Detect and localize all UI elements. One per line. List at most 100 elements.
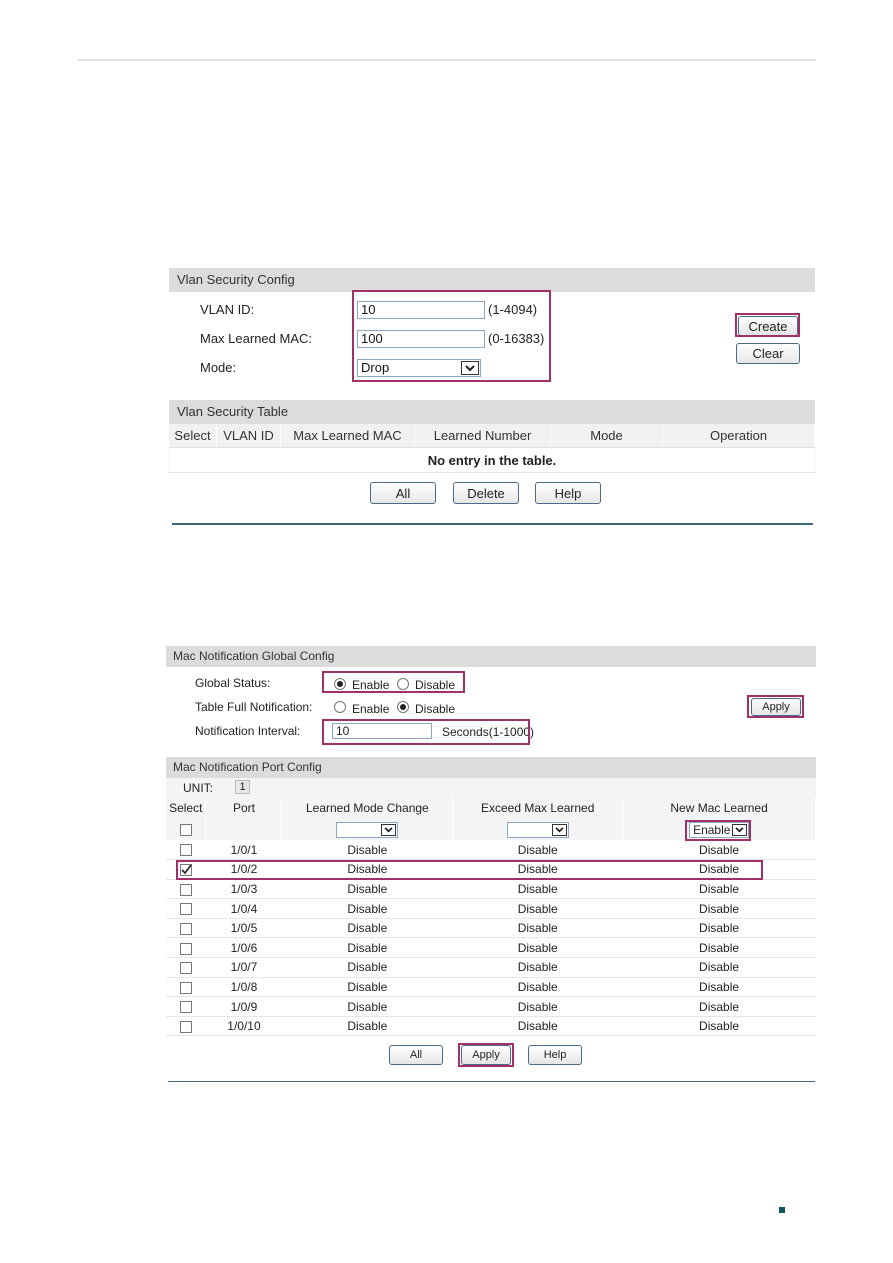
col-select: Select	[166, 797, 207, 819]
port-row: 1/0/7 Disable Disable Disable	[166, 957, 816, 978]
port-row: 1/0/9 Disable Disable Disable	[166, 996, 816, 1017]
port-row: 1/0/8 Disable Disable Disable	[166, 977, 816, 998]
section-divider-2	[168, 1081, 815, 1082]
col-learned-number: Learned Number	[415, 424, 551, 447]
row-select-checkbox[interactable]	[179, 1001, 192, 1014]
new-mac-learned-cell: Disable	[622, 918, 816, 939]
unit-1-button[interactable]: 1	[235, 780, 250, 794]
vlan-security-table-header: Select VLAN ID Max Learned MAC Learned N…	[169, 424, 815, 448]
row-select-checkbox[interactable]	[179, 883, 192, 896]
row-select-checkbox[interactable]	[179, 903, 192, 916]
exceed-max-learned-cell: Disable	[452, 859, 623, 880]
global-status-disable-label: Disable	[415, 678, 456, 692]
new-mac-learned-cell: Disable	[622, 840, 816, 861]
new-mac-learned-cell: Disable	[622, 937, 816, 959]
row-select-checkbox[interactable]	[179, 1020, 192, 1033]
global-apply-button[interactable]: Apply	[751, 698, 801, 716]
new-mac-learned-cell: Disable	[622, 977, 816, 998]
chevron-down-icon	[461, 361, 479, 375]
exceed-max-learned-cell: Disable	[452, 898, 623, 919]
bulk-exceed-max-learned-select[interactable]	[506, 821, 569, 838]
learned-mode-change-cell: Disable	[281, 957, 453, 978]
vlan-security-table-title: Vlan Security Table	[169, 400, 815, 424]
table-full-label: Table Full Notification:	[195, 700, 313, 714]
global-status-enable-radio[interactable]	[334, 678, 346, 690]
bulk-new-mac-learned-select[interactable]: Enable	[689, 821, 750, 838]
global-status-disable-radio[interactable]	[397, 678, 409, 690]
mode-label: Mode:	[200, 360, 237, 375]
learned-mode-change-cell: Disable	[281, 840, 453, 861]
port-row: 1/0/4 Disable Disable Disable	[166, 898, 816, 919]
mode-select-value: Drop	[361, 360, 390, 375]
new-mac-learned-cell: Disable	[622, 996, 816, 1017]
page-marker	[779, 1207, 785, 1213]
col-operation: Operation	[663, 424, 815, 447]
port-apply-button[interactable]: Apply	[461, 1045, 511, 1065]
new-mac-learned-cell: Disable	[622, 1016, 816, 1037]
port-all-button[interactable]: All	[389, 1045, 443, 1065]
port-help-button[interactable]: Help	[528, 1045, 582, 1065]
empty-table-message: No entry in the table.	[169, 448, 815, 473]
exceed-max-learned-cell: Disable	[452, 977, 623, 998]
vlan-id-input[interactable]: 10	[357, 301, 485, 319]
table-full-enable-radio[interactable]	[334, 701, 346, 713]
exceed-max-learned-cell: Disable	[452, 1016, 623, 1037]
col-select: Select	[169, 424, 217, 447]
notification-interval-input[interactable]: 10	[332, 723, 432, 739]
exceed-max-learned-cell: Disable	[452, 996, 623, 1017]
all-button[interactable]: All	[370, 482, 436, 504]
port-rows: 1/0/1 Disable Disable Disable 1/0/2 Disable Di…	[166, 840, 816, 1037]
max-learned-mac-input[interactable]: 100	[357, 330, 485, 348]
col-port: Port	[205, 797, 283, 819]
chevron-down-icon	[551, 823, 567, 836]
exceed-max-learned-cell: Disable	[452, 840, 623, 861]
table-full-disable-radio[interactable]	[397, 701, 409, 713]
port-cell: 1/0/7	[205, 957, 282, 978]
port-row: 1/0/5 Disable Disable Disable	[166, 918, 816, 939]
row-select-checkbox[interactable]	[179, 981, 192, 994]
chevron-down-icon	[381, 823, 397, 836]
row-select-checkbox[interactable]	[179, 923, 192, 935]
learned-mode-change-cell: Disable	[281, 918, 453, 939]
learned-mode-change-cell: Disable	[281, 879, 453, 900]
learned-mode-change-cell: Disable	[281, 937, 453, 959]
table-full-disable-label: Disable	[415, 702, 456, 716]
row-select-checkbox[interactable]	[179, 864, 192, 877]
mac-notification-global-title: Mac Notification Global Config	[166, 646, 816, 667]
port-row: 1/0/2 Disable Disable Disable	[166, 859, 816, 880]
row-select-checkbox[interactable]	[179, 962, 192, 975]
help-button[interactable]: Help	[535, 482, 601, 504]
max-learned-mac-label: Max Learned MAC:	[200, 331, 312, 346]
port-row: 1/0/6 Disable Disable Disable	[166, 937, 816, 959]
bulk-learned-mode-change-select[interactable]	[336, 821, 399, 838]
row-select-checkbox[interactable]	[179, 942, 192, 955]
col-mode: Mode	[551, 424, 663, 447]
learned-mode-change-cell: Disable	[281, 1016, 453, 1037]
exceed-max-learned-cell: Disable	[452, 937, 623, 959]
port-cell: 1/0/9	[205, 996, 282, 1017]
row-select-checkbox[interactable]	[179, 844, 192, 857]
select-all-checkbox[interactable]	[179, 824, 192, 837]
new-mac-learned-cell: Disable	[622, 859, 816, 880]
notification-interval-hint: Seconds(1-1000)	[442, 725, 535, 739]
port-cell: 1/0/1	[205, 840, 282, 861]
delete-button[interactable]: Delete	[453, 482, 519, 504]
page-header-rule	[78, 59, 816, 61]
port-cell: 1/0/2	[205, 859, 282, 880]
new-mac-learned-cell: Disable	[622, 898, 816, 919]
chevron-down-icon	[732, 823, 748, 836]
mac-notification-port-title: Mac Notification Port Config	[166, 757, 816, 778]
mode-select[interactable]: Drop	[357, 359, 481, 377]
new-mac-learned-cell: Disable	[622, 879, 816, 900]
create-button[interactable]: Create	[738, 316, 798, 336]
learned-mode-change-cell: Disable	[281, 996, 453, 1017]
exceed-max-learned-cell: Disable	[452, 957, 623, 978]
section-divider	[172, 523, 813, 525]
max-learned-mac-range: (0-16383)	[488, 331, 545, 346]
col-max-learned-mac: Max Learned MAC	[281, 424, 415, 447]
col-learned-mode-change: Learned Mode Change	[281, 797, 454, 819]
clear-button[interactable]: Clear	[736, 343, 800, 364]
port-cell: 1/0/3	[205, 879, 282, 900]
col-vlan-id: VLAN ID	[217, 424, 281, 447]
col-exceed-max-learned: Exceed Max Learned	[452, 797, 624, 819]
